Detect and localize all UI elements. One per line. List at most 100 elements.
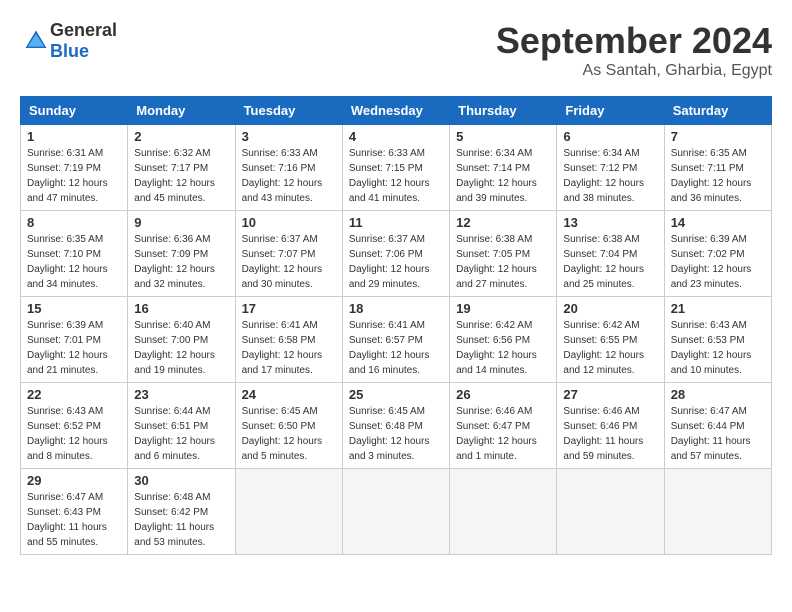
table-row: 1 Sunrise: 6:31 AMSunset: 7:19 PMDayligh… xyxy=(21,125,128,211)
day-info: Sunrise: 6:42 AMSunset: 6:55 PMDaylight:… xyxy=(563,320,644,376)
week-row-4: 22 Sunrise: 6:43 AMSunset: 6:52 PMDaylig… xyxy=(21,383,772,469)
day-info: Sunrise: 6:41 AMSunset: 6:58 PMDaylight:… xyxy=(242,320,323,376)
table-row: 7 Sunrise: 6:35 AMSunset: 7:11 PMDayligh… xyxy=(664,125,771,211)
day-number: 12 xyxy=(456,215,550,230)
table-row: 13 Sunrise: 6:38 AMSunset: 7:04 PMDaylig… xyxy=(557,211,664,297)
header: General Blue September 2024 As Santah, G… xyxy=(20,20,772,80)
day-info: Sunrise: 6:42 AMSunset: 6:56 PMDaylight:… xyxy=(456,320,537,376)
table-row xyxy=(450,469,557,555)
day-number: 13 xyxy=(563,215,657,230)
table-row: 23 Sunrise: 6:44 AMSunset: 6:51 PMDaylig… xyxy=(128,383,235,469)
day-info: Sunrise: 6:32 AMSunset: 7:17 PMDaylight:… xyxy=(134,148,215,204)
day-info: Sunrise: 6:46 AMSunset: 6:46 PMDaylight:… xyxy=(563,406,643,462)
table-row: 11 Sunrise: 6:37 AMSunset: 7:06 PMDaylig… xyxy=(342,211,449,297)
table-row xyxy=(342,469,449,555)
day-number: 9 xyxy=(134,215,228,230)
week-row-3: 15 Sunrise: 6:39 AMSunset: 7:01 PMDaylig… xyxy=(21,297,772,383)
header-sunday: Sunday xyxy=(21,97,128,125)
day-number: 7 xyxy=(671,129,765,144)
calendar-table: Sunday Monday Tuesday Wednesday Thursday… xyxy=(20,96,772,555)
day-info: Sunrise: 6:35 AMSunset: 7:11 PMDaylight:… xyxy=(671,148,752,204)
header-tuesday: Tuesday xyxy=(235,97,342,125)
day-number: 11 xyxy=(349,215,443,230)
day-info: Sunrise: 6:44 AMSunset: 6:51 PMDaylight:… xyxy=(134,406,215,462)
day-info: Sunrise: 6:39 AMSunset: 7:01 PMDaylight:… xyxy=(27,320,108,376)
day-info: Sunrise: 6:31 AMSunset: 7:19 PMDaylight:… xyxy=(27,148,108,204)
header-monday: Monday xyxy=(128,97,235,125)
day-info: Sunrise: 6:47 AMSunset: 6:44 PMDaylight:… xyxy=(671,406,751,462)
day-number: 29 xyxy=(27,473,121,488)
table-row: 12 Sunrise: 6:38 AMSunset: 7:05 PMDaylig… xyxy=(450,211,557,297)
table-row: 2 Sunrise: 6:32 AMSunset: 7:17 PMDayligh… xyxy=(128,125,235,211)
day-info: Sunrise: 6:36 AMSunset: 7:09 PMDaylight:… xyxy=(134,234,215,290)
day-info: Sunrise: 6:48 AMSunset: 6:42 PMDaylight:… xyxy=(134,492,214,548)
header-saturday: Saturday xyxy=(664,97,771,125)
day-number: 4 xyxy=(349,129,443,144)
day-info: Sunrise: 6:43 AMSunset: 6:53 PMDaylight:… xyxy=(671,320,752,376)
day-info: Sunrise: 6:34 AMSunset: 7:14 PMDaylight:… xyxy=(456,148,537,204)
day-number: 26 xyxy=(456,387,550,402)
table-row: 4 Sunrise: 6:33 AMSunset: 7:15 PMDayligh… xyxy=(342,125,449,211)
month-title: September 2024 xyxy=(496,20,772,62)
day-number: 18 xyxy=(349,301,443,316)
table-row: 28 Sunrise: 6:47 AMSunset: 6:44 PMDaylig… xyxy=(664,383,771,469)
day-number: 22 xyxy=(27,387,121,402)
location-title: As Santah, Gharbia, Egypt xyxy=(496,62,772,80)
day-number: 10 xyxy=(242,215,336,230)
table-row: 18 Sunrise: 6:41 AMSunset: 6:57 PMDaylig… xyxy=(342,297,449,383)
day-number: 14 xyxy=(671,215,765,230)
day-info: Sunrise: 6:37 AMSunset: 7:07 PMDaylight:… xyxy=(242,234,323,290)
day-info: Sunrise: 6:35 AMSunset: 7:10 PMDaylight:… xyxy=(27,234,108,290)
day-info: Sunrise: 6:47 AMSunset: 6:43 PMDaylight:… xyxy=(27,492,107,548)
day-number: 5 xyxy=(456,129,550,144)
header-wednesday: Wednesday xyxy=(342,97,449,125)
week-row-2: 8 Sunrise: 6:35 AMSunset: 7:10 PMDayligh… xyxy=(21,211,772,297)
day-number: 6 xyxy=(563,129,657,144)
table-row: 8 Sunrise: 6:35 AMSunset: 7:10 PMDayligh… xyxy=(21,211,128,297)
day-info: Sunrise: 6:33 AMSunset: 7:16 PMDaylight:… xyxy=(242,148,323,204)
table-row: 16 Sunrise: 6:40 AMSunset: 7:00 PMDaylig… xyxy=(128,297,235,383)
table-row: 19 Sunrise: 6:42 AMSunset: 6:56 PMDaylig… xyxy=(450,297,557,383)
title-area: September 2024 As Santah, Gharbia, Egypt xyxy=(496,20,772,80)
table-row: 22 Sunrise: 6:43 AMSunset: 6:52 PMDaylig… xyxy=(21,383,128,469)
table-row: 5 Sunrise: 6:34 AMSunset: 7:14 PMDayligh… xyxy=(450,125,557,211)
week-row-5: 29 Sunrise: 6:47 AMSunset: 6:43 PMDaylig… xyxy=(21,469,772,555)
logo-blue: Blue xyxy=(50,41,89,61)
table-row: 29 Sunrise: 6:47 AMSunset: 6:43 PMDaylig… xyxy=(21,469,128,555)
day-info: Sunrise: 6:38 AMSunset: 7:04 PMDaylight:… xyxy=(563,234,644,290)
day-number: 28 xyxy=(671,387,765,402)
day-info: Sunrise: 6:37 AMSunset: 7:06 PMDaylight:… xyxy=(349,234,430,290)
logo: General Blue xyxy=(20,20,117,62)
day-number: 20 xyxy=(563,301,657,316)
day-info: Sunrise: 6:45 AMSunset: 6:48 PMDaylight:… xyxy=(349,406,430,462)
day-number: 3 xyxy=(242,129,336,144)
table-row: 27 Sunrise: 6:46 AMSunset: 6:46 PMDaylig… xyxy=(557,383,664,469)
table-row: 21 Sunrise: 6:43 AMSunset: 6:53 PMDaylig… xyxy=(664,297,771,383)
header-thursday: Thursday xyxy=(450,97,557,125)
logo-icon xyxy=(22,27,50,55)
logo-general: General xyxy=(50,20,117,40)
days-header-row: Sunday Monday Tuesday Wednesday Thursday… xyxy=(21,97,772,125)
day-number: 19 xyxy=(456,301,550,316)
day-number: 24 xyxy=(242,387,336,402)
day-info: Sunrise: 6:33 AMSunset: 7:15 PMDaylight:… xyxy=(349,148,430,204)
day-number: 17 xyxy=(242,301,336,316)
table-row: 10 Sunrise: 6:37 AMSunset: 7:07 PMDaylig… xyxy=(235,211,342,297)
table-row: 9 Sunrise: 6:36 AMSunset: 7:09 PMDayligh… xyxy=(128,211,235,297)
day-info: Sunrise: 6:45 AMSunset: 6:50 PMDaylight:… xyxy=(242,406,323,462)
day-number: 21 xyxy=(671,301,765,316)
table-row xyxy=(557,469,664,555)
day-number: 2 xyxy=(134,129,228,144)
day-number: 16 xyxy=(134,301,228,316)
table-row: 3 Sunrise: 6:33 AMSunset: 7:16 PMDayligh… xyxy=(235,125,342,211)
day-number: 8 xyxy=(27,215,121,230)
day-info: Sunrise: 6:40 AMSunset: 7:00 PMDaylight:… xyxy=(134,320,215,376)
table-row: 6 Sunrise: 6:34 AMSunset: 7:12 PMDayligh… xyxy=(557,125,664,211)
table-row: 14 Sunrise: 6:39 AMSunset: 7:02 PMDaylig… xyxy=(664,211,771,297)
table-row: 20 Sunrise: 6:42 AMSunset: 6:55 PMDaylig… xyxy=(557,297,664,383)
day-info: Sunrise: 6:41 AMSunset: 6:57 PMDaylight:… xyxy=(349,320,430,376)
day-info: Sunrise: 6:34 AMSunset: 7:12 PMDaylight:… xyxy=(563,148,644,204)
header-friday: Friday xyxy=(557,97,664,125)
day-info: Sunrise: 6:43 AMSunset: 6:52 PMDaylight:… xyxy=(27,406,108,462)
table-row: 30 Sunrise: 6:48 AMSunset: 6:42 PMDaylig… xyxy=(128,469,235,555)
